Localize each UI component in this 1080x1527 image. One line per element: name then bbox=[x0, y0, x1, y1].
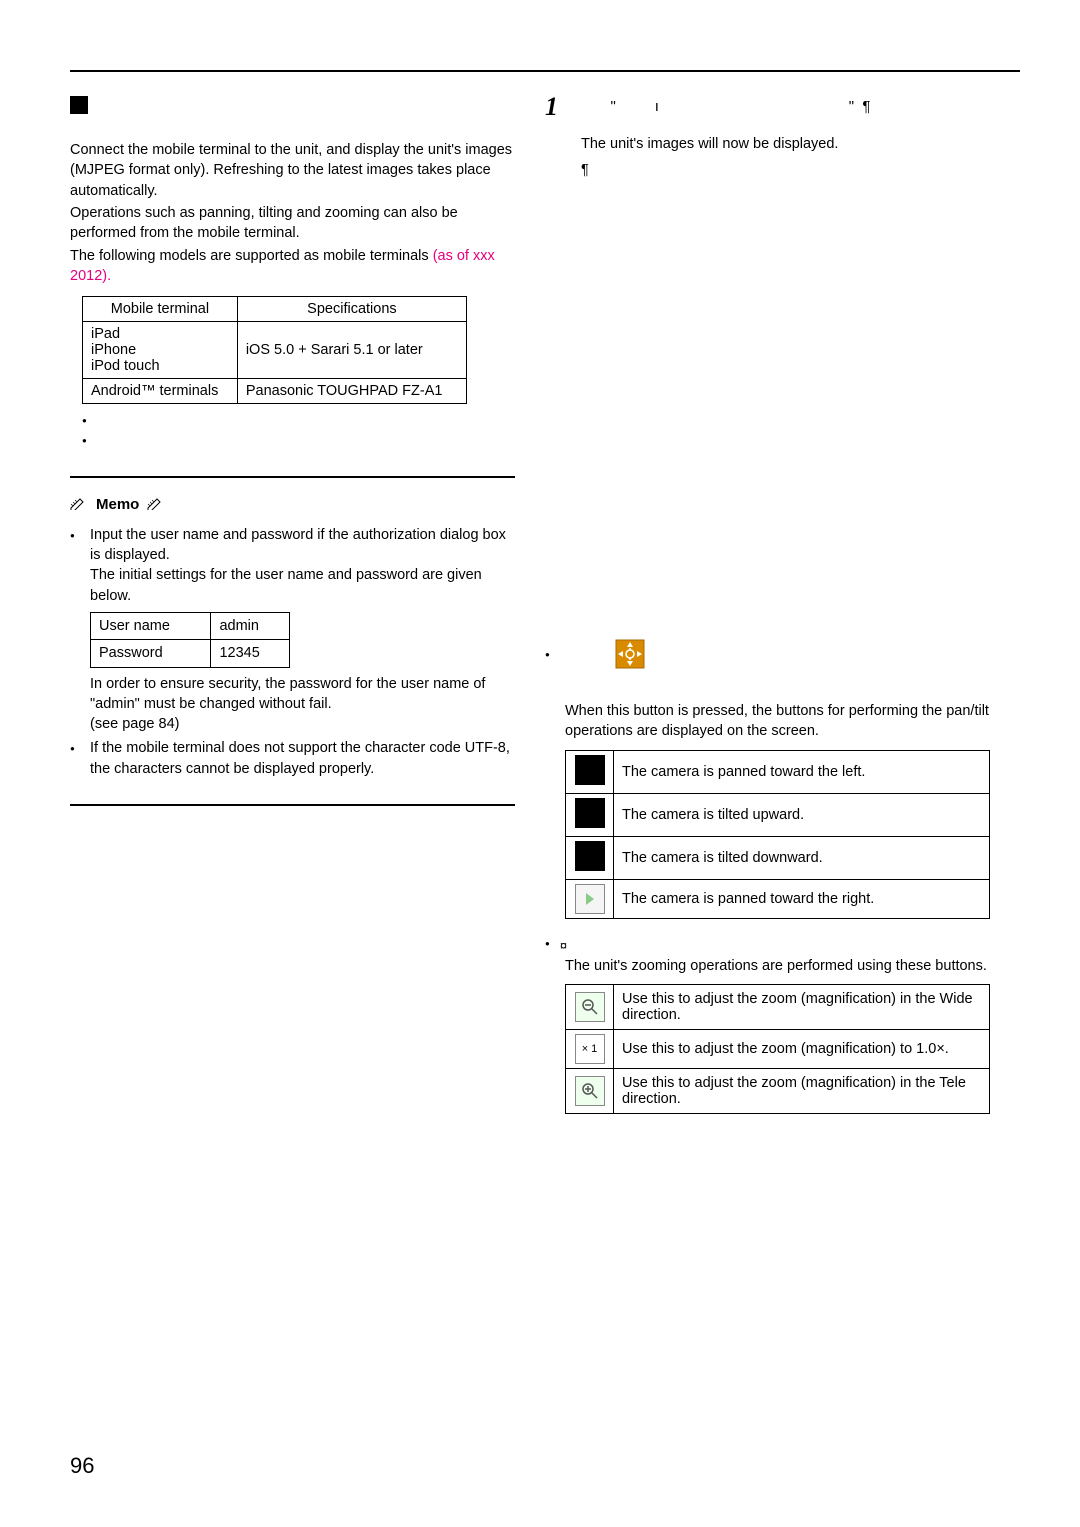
step-number: 1 bbox=[545, 94, 558, 120]
left-column: Displaying the web screen using a mobile… bbox=[70, 94, 515, 1114]
zoom-section: ● ¤ Zoom The unit's zooming operations a… bbox=[545, 937, 990, 1114]
paragraph: The following models are supported as mo… bbox=[70, 246, 515, 287]
list-item: Use a standard web browser with an Andor… bbox=[82, 410, 515, 430]
control-description: The unit's zooming operations are perfor… bbox=[565, 956, 990, 976]
step-row: 1 " ı " ¶ bbox=[545, 94, 990, 120]
step-text: " ı " ¶ bbox=[570, 94, 873, 117]
memo-label: Memo bbox=[96, 496, 139, 513]
pan-tilt-section: ● bbox=[545, 638, 990, 919]
memo-list: Input the user name and password if the … bbox=[70, 525, 515, 779]
zoom-wide-icon bbox=[575, 992, 605, 1022]
pan-tilt-table: The camera is panned toward the left. Th… bbox=[565, 750, 990, 919]
divider bbox=[70, 804, 515, 806]
list-item: ﬁ bbox=[82, 430, 515, 450]
result-text: The unit's images will now be displayed. bbox=[581, 136, 990, 152]
spec-table: Mobile terminal Specifications iPad iPho… bbox=[82, 296, 467, 404]
text: The following models are supported as mo… bbox=[70, 248, 433, 264]
memo-header: Memo bbox=[70, 496, 515, 513]
table-cell: Android™ terminals bbox=[83, 379, 238, 404]
table-header: Mobile terminal bbox=[83, 297, 238, 322]
zoom-tele-icon bbox=[575, 1076, 605, 1106]
bullet-icon: ● bbox=[545, 937, 550, 948]
list-item: If the mobile terminal does not support … bbox=[70, 738, 515, 779]
section-title: Displaying the web screen using a mobile… bbox=[98, 94, 506, 116]
table-cell: The camera is tilted upward. bbox=[614, 793, 990, 836]
pan-tilt-center-icon bbox=[614, 638, 646, 670]
pencil-icon bbox=[147, 498, 165, 510]
top-border bbox=[70, 70, 1020, 72]
table-cell: The camera is panned toward the left. bbox=[614, 750, 990, 793]
paragraph: Connect the mobile terminal to the unit,… bbox=[70, 140, 515, 201]
divider bbox=[70, 476, 515, 478]
credentials-table: User nameadmin Password12345 bbox=[90, 612, 290, 668]
table-cell: iPad iPhone iPod touch bbox=[83, 322, 238, 379]
table-header: Specifications bbox=[237, 297, 466, 322]
bullet-list: Use a standard web browser with an Andor… bbox=[82, 410, 515, 451]
right-column: 1 " ı " ¶ The unit's images will now be … bbox=[545, 94, 990, 1114]
paragraph: Operations such as panning, tilting and … bbox=[70, 203, 515, 244]
section-marker-icon bbox=[70, 96, 88, 114]
table-cell: The camera is tilted downward. bbox=[614, 836, 990, 879]
page-number: 96 bbox=[70, 1453, 94, 1479]
table-cell: Panasonic TOUGHPAD FZ-A1 bbox=[237, 379, 466, 404]
zoom-x1-icon: × 1 bbox=[575, 1034, 605, 1064]
zoom-mark: ¤ bbox=[560, 938, 567, 953]
table-cell: Use this to adjust the zoom (magnificati… bbox=[614, 1029, 990, 1068]
control-name: Zoom bbox=[573, 937, 614, 954]
table-cell: The camera is panned toward the right. bbox=[614, 879, 990, 918]
bullet-icon: ● bbox=[545, 638, 550, 659]
table-cell: iOS 5.0 + Sarari 5.1 or later bbox=[237, 322, 466, 379]
list-item: Input the user name and password if the … bbox=[70, 525, 515, 735]
pan-right-icon bbox=[575, 884, 605, 914]
control-description: When this button is pressed, the buttons… bbox=[565, 701, 990, 742]
manual-page: Displaying the web screen using a mobile… bbox=[0, 0, 1080, 1527]
control-name: Pan/Tilt bbox=[560, 676, 646, 699]
pan-left-icon bbox=[575, 755, 605, 785]
pencil-icon bbox=[70, 498, 88, 510]
table-cell: Use this to adjust the zoom (magnificati… bbox=[614, 984, 990, 1029]
table-cell: Use this to adjust the zoom (magnificati… bbox=[614, 1068, 990, 1113]
footnote-label: ¶ ı bbox=[581, 162, 990, 178]
zoom-table: Use this to adjust the zoom (magnificati… bbox=[565, 984, 990, 1114]
tilt-down-icon bbox=[575, 841, 605, 871]
tilt-up-icon bbox=[575, 798, 605, 828]
